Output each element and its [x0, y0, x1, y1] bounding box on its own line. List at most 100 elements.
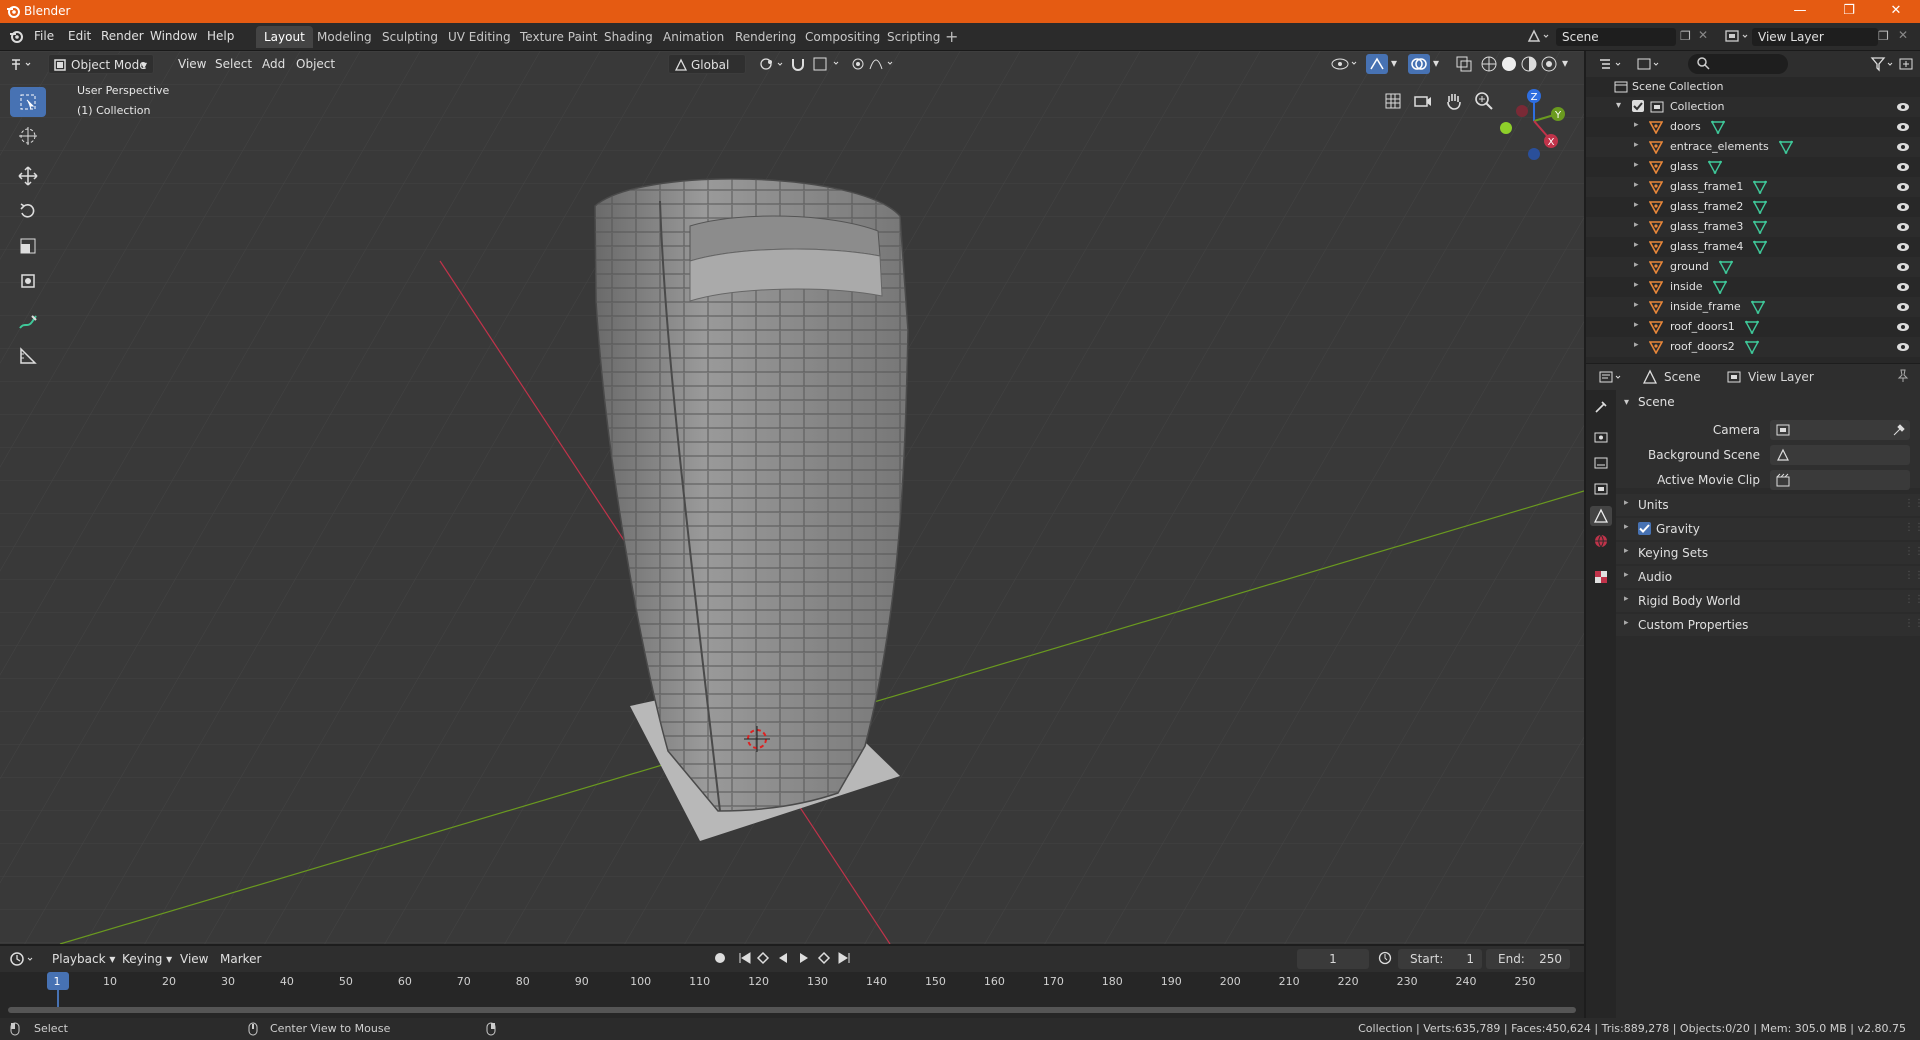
- menu-playback[interactable]: Playback ▾: [46, 949, 121, 969]
- outliner-item-inside-frame[interactable]: ▸ inside_frame: [1586, 297, 1920, 317]
- eye-icon[interactable]: [1896, 100, 1910, 114]
- menu-keying[interactable]: Keying ▾: [116, 949, 178, 969]
- eye-icon[interactable]: [1896, 120, 1910, 134]
- gizmo-toggle-icon[interactable]: [1366, 54, 1388, 74]
- outliner-item-glass-frame4[interactable]: ▸ glass_frame4: [1586, 237, 1920, 257]
- xray-toggle-icon[interactable]: [1455, 55, 1473, 73]
- gravity-checkbox[interactable]: [1638, 522, 1651, 535]
- mesh-data-icon[interactable]: [1779, 140, 1793, 154]
- zoom-magnifier-icon[interactable]: [1474, 91, 1494, 111]
- menu-window[interactable]: Window: [150, 29, 197, 43]
- overlays-dropdown-icon[interactable]: ▾: [1433, 56, 1439, 70]
- expand-object-icon[interactable]: ▸: [1634, 260, 1639, 270]
- subpanel-custom-properties[interactable]: ▸ Custom Properties ⋮⋮: [1616, 614, 1920, 636]
- jump-end-icon[interactable]: [837, 951, 851, 965]
- menu-select[interactable]: Select: [209, 54, 258, 74]
- drag-handle-icon[interactable]: ⋮⋮: [1904, 618, 1920, 629]
- subpanel-keying-sets[interactable]: ▸ Keying Sets ⋮⋮: [1616, 542, 1920, 564]
- expand-object-icon[interactable]: ▸: [1634, 180, 1639, 190]
- restore-icon[interactable]: ❐: [1829, 2, 1869, 20]
- overlays-toggle-icon[interactable]: [1408, 54, 1430, 74]
- menu-view[interactable]: View: [172, 54, 212, 74]
- expand-object-icon[interactable]: ▸: [1634, 160, 1639, 170]
- tab-animation[interactable]: Animation: [655, 26, 732, 48]
- expand-panel-icon[interactable]: ▸: [1624, 522, 1629, 532]
- outliner-item-glass-frame2[interactable]: ▸ glass_frame2: [1586, 197, 1920, 217]
- scene-tab-label[interactable]: Scene: [1664, 370, 1701, 384]
- wireframe-shading-icon[interactable]: [1480, 55, 1498, 73]
- outliner-item-doors[interactable]: ▸ doors: [1586, 117, 1920, 137]
- active-movie-clip-field[interactable]: [1770, 470, 1910, 490]
- eye-icon[interactable]: [1896, 220, 1910, 234]
- add-workspace-icon[interactable]: +: [945, 27, 958, 46]
- timeline-scrollbar[interactable]: [8, 1007, 1576, 1013]
- tab-uv-editing[interactable]: UV Editing: [440, 26, 519, 48]
- subpanel-audio[interactable]: ▸ Audio ⋮⋮: [1616, 566, 1920, 588]
- snap-icon[interactable]: [790, 55, 850, 73]
- pivot-point-icon[interactable]: [758, 56, 786, 72]
- scale-tool[interactable]: [10, 231, 46, 261]
- expand-object-icon[interactable]: ▸: [1634, 140, 1639, 150]
- transform-orientation-dropdown[interactable]: Global: [668, 54, 746, 74]
- current-frame-field[interactable]: 1: [1297, 949, 1369, 969]
- start-frame-field[interactable]: Start: 1: [1398, 949, 1482, 969]
- tab-compositing[interactable]: Compositing: [797, 26, 888, 48]
- outliner-search-input[interactable]: [1688, 54, 1788, 74]
- subpanel-gravity[interactable]: ▸ Gravity ⋮⋮: [1616, 518, 1920, 540]
- jump-prev-keyframe-icon[interactable]: [756, 951, 770, 965]
- new-scene-icon[interactable]: ❐: [1680, 29, 1691, 43]
- background-scene-field[interactable]: [1770, 445, 1910, 465]
- move-tool[interactable]: [10, 161, 46, 191]
- expand-panel-icon[interactable]: ▸: [1624, 618, 1629, 628]
- outliner-editor-icon[interactable]: [1598, 56, 1624, 72]
- expand-object-icon[interactable]: ▸: [1634, 300, 1639, 310]
- menu-add[interactable]: Add: [256, 54, 291, 74]
- tab-layout[interactable]: Layout: [256, 26, 313, 48]
- toggle-grid-icon[interactable]: [1383, 91, 1403, 111]
- eye-icon[interactable]: [1896, 200, 1910, 214]
- material-shading-icon[interactable]: [1520, 55, 1538, 73]
- eye-icon[interactable]: [1896, 340, 1910, 354]
- transform-tool[interactable]: [10, 266, 46, 296]
- tab-texture-paint[interactable]: Texture Paint: [512, 26, 605, 48]
- editor-type-icon[interactable]: [10, 56, 34, 72]
- outliner-item-glass[interactable]: ▸ glass: [1586, 157, 1920, 177]
- close-icon[interactable]: ✕: [1876, 2, 1916, 20]
- neg-y-axis-icon[interactable]: [1500, 122, 1512, 134]
- delete-scene-icon[interactable]: ✕: [1698, 28, 1708, 42]
- tab-scripting[interactable]: Scripting: [879, 26, 948, 48]
- navigation-gizmo[interactable]: Z Y X: [1492, 81, 1572, 161]
- blender-menu-icon[interactable]: [9, 29, 23, 43]
- outliner-item-entrace-elements[interactable]: ▸ entrace_elements: [1586, 137, 1920, 157]
- mesh-data-icon[interactable]: [1753, 220, 1767, 234]
- neg-x-axis-icon[interactable]: [1516, 105, 1528, 117]
- measure-tool[interactable]: [10, 341, 46, 371]
- scene-browse-icon[interactable]: [1526, 28, 1550, 44]
- outliner-item-inside[interactable]: ▸ inside: [1586, 277, 1920, 297]
- scene-name-field[interactable]: Scene: [1556, 28, 1676, 46]
- drag-handle-icon[interactable]: ⋮⋮: [1904, 498, 1920, 509]
- mesh-data-icon[interactable]: [1751, 300, 1765, 314]
- expand-object-icon[interactable]: ▸: [1634, 240, 1639, 250]
- expand-object-icon[interactable]: ▸: [1634, 340, 1639, 350]
- play-reverse-icon[interactable]: [776, 951, 790, 965]
- mesh-data-icon[interactable]: [1753, 200, 1767, 214]
- tab-rendering[interactable]: Rendering: [727, 26, 804, 48]
- delete-view-layer-icon[interactable]: ✕: [1898, 28, 1908, 42]
- subpanel-units[interactable]: ▸ Units ⋮⋮: [1616, 494, 1920, 516]
- solid-shading-icon[interactable]: [1500, 55, 1518, 73]
- world-properties-icon[interactable]: [1594, 534, 1608, 548]
- new-collection-icon[interactable]: [1898, 56, 1914, 72]
- outliner-item-glass-frame1[interactable]: ▸ glass_frame1: [1586, 177, 1920, 197]
- expand-object-icon[interactable]: ▸: [1634, 280, 1639, 290]
- mesh-data-icon[interactable]: [1719, 260, 1733, 274]
- mesh-data-icon[interactable]: [1711, 120, 1725, 134]
- collection-checkbox[interactable]: [1632, 100, 1644, 112]
- end-frame-field[interactable]: End: 250: [1486, 949, 1570, 969]
- new-view-layer-icon[interactable]: ❐: [1878, 29, 1889, 43]
- mesh-data-icon[interactable]: [1745, 320, 1759, 334]
- annotate-tool[interactable]: [10, 307, 46, 337]
- mesh-data-icon[interactable]: [1753, 240, 1767, 254]
- filter-icon[interactable]: [1870, 56, 1896, 72]
- menu-timeline-view[interactable]: View: [174, 949, 214, 969]
